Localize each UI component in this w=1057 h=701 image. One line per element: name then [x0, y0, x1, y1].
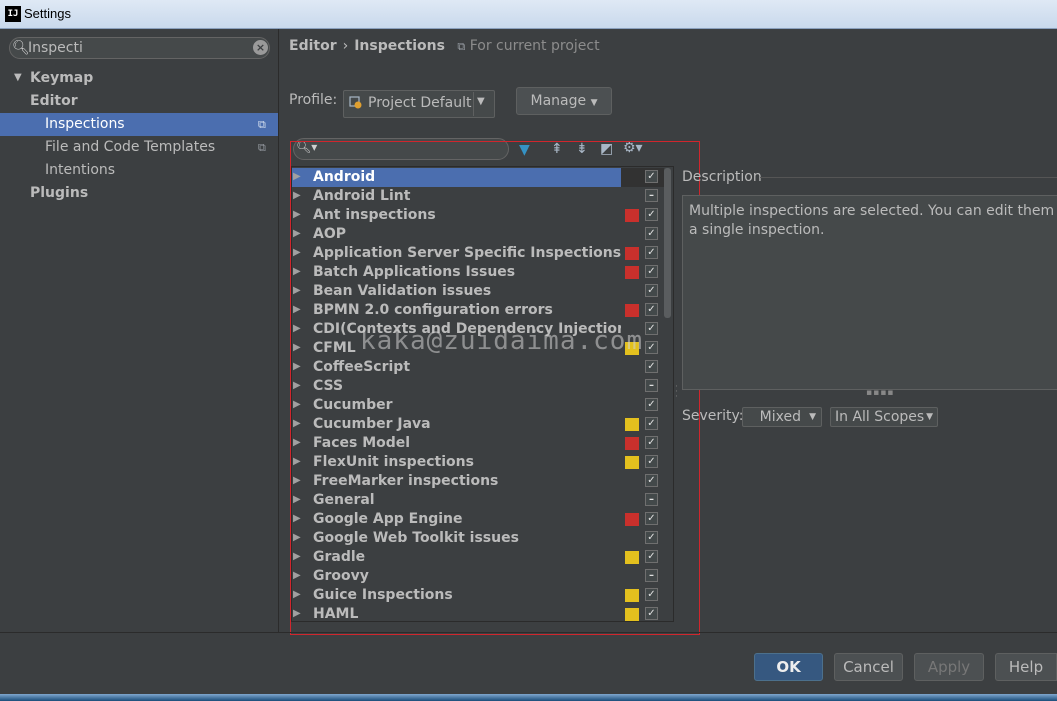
- sidebar-item-keymap[interactable]: Keymap: [30, 67, 93, 90]
- description-separator: [760, 177, 1057, 178]
- scope-value: In All Scopes: [835, 409, 925, 425]
- sidebar-item-plugins[interactable]: Plugins: [30, 182, 88, 205]
- manage-button[interactable]: Manage ▼: [516, 87, 612, 115]
- project-copy-icon: ⧉: [258, 141, 266, 154]
- manage-button-label: Manage: [530, 93, 587, 109]
- breadcrumb-separator: ›: [342, 38, 349, 54]
- help-button[interactable]: Help: [995, 653, 1057, 681]
- chevron-down-icon: ▼: [809, 412, 816, 422]
- window-title: Settings: [24, 6, 71, 21]
- app-logo-icon: IJ: [5, 6, 21, 22]
- breadcrumb-scope: For current project: [469, 38, 600, 54]
- title-bar: [0, 0, 1057, 29]
- clear-search-icon[interactable]: ×: [253, 40, 268, 55]
- sidebar-item-inspections[interactable]: [0, 113, 278, 136]
- project-copy-icon: ⧉: [258, 118, 266, 131]
- description-label: Description: [682, 169, 762, 185]
- ok-button[interactable]: OK: [754, 653, 823, 681]
- settings-search-input[interactable]: [28, 39, 248, 57]
- severity-dropdown[interactable]: Mixed ▼: [742, 407, 822, 427]
- breadcrumb: Editor › Inspections ⧉ For current project: [289, 38, 600, 54]
- breadcrumb-editor: Editor: [289, 38, 337, 54]
- taskbar-strip: [0, 694, 1057, 701]
- expand-arrow-icon[interactable]: ▼: [14, 72, 22, 83]
- description-panel: Multiple inspections are selected. You c…: [682, 195, 1057, 390]
- description-text-line-2: a single inspection.: [689, 222, 825, 238]
- severity-label: Severity:: [682, 408, 744, 424]
- breadcrumb-inspections: Inspections: [354, 38, 445, 54]
- dropdown-divider: [473, 92, 474, 116]
- splitter-grip-icon[interactable]: · · ·: [675, 383, 678, 402]
- description-text-line-1: Multiple inspections are selected. You c…: [689, 203, 1057, 219]
- chevron-down-icon: ▼: [590, 98, 598, 108]
- bottom-divider: [0, 632, 1057, 633]
- resize-grip-icon[interactable]: ▪▪▪▪: [866, 388, 894, 398]
- sidebar-item-editor[interactable]: Editor: [30, 90, 78, 113]
- sidebar-item-label: Inspections: [45, 116, 125, 132]
- sidebar-item-intentions[interactable]: Intentions: [45, 159, 115, 182]
- profile-icon: [349, 96, 362, 109]
- apply-button[interactable]: Apply: [914, 653, 984, 681]
- profile-value: Project Default: [368, 95, 472, 111]
- chevron-down-icon[interactable]: ▼: [477, 96, 485, 107]
- sidebar-item-file-and-code-templates[interactable]: File and Code Templates: [45, 136, 215, 159]
- cancel-button[interactable]: Cancel: [834, 653, 903, 681]
- profile-label: Profile:: [289, 92, 338, 108]
- chevron-down-icon: ▼: [926, 412, 933, 422]
- severity-value: Mixed: [759, 409, 801, 425]
- highlight-frame: [290, 141, 700, 635]
- project-copy-icon: ⧉: [457, 40, 466, 53]
- scope-dropdown[interactable]: In All Scopes ▼: [830, 407, 938, 427]
